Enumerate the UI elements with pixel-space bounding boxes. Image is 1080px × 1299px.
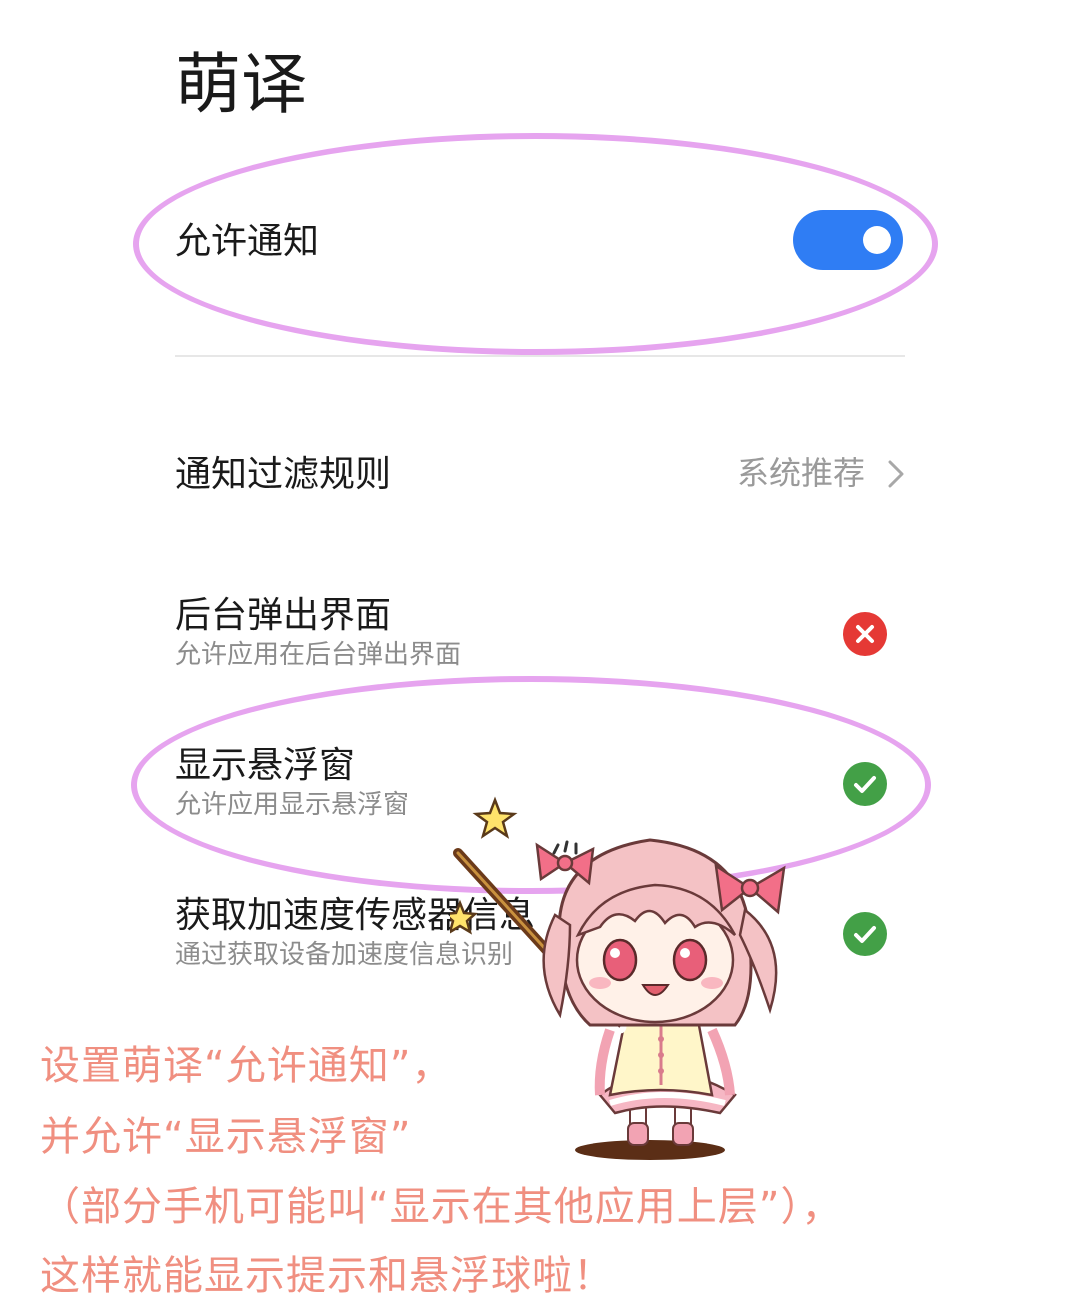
- page-title: 萌译: [175, 46, 307, 123]
- star-icon: [472, 796, 518, 839]
- allowed-check-icon[interactable]: [843, 912, 887, 956]
- caption-line: 设置萌译“允许通知”，: [40, 1043, 453, 1089]
- filter-rule-label[interactable]: 通知过滤规则: [175, 457, 391, 493]
- denied-x-icon[interactable]: [843, 612, 887, 656]
- chevron-right-icon[interactable]: [884, 459, 908, 489]
- caption-line: 并允许“显示悬浮窗”: [40, 1114, 412, 1160]
- permission-subtitle: 允许应用在后台弹出界面: [175, 640, 462, 670]
- highlight-ellipse-notification: [133, 133, 938, 355]
- caption-line: （部分手机可能叫“显示在其他应用上层”），: [40, 1184, 843, 1230]
- permission-title: 后台弹出界面: [175, 595, 392, 636]
- caption-line: 这样就能显示提示和悬浮球啦！: [40, 1253, 614, 1299]
- magical-girl-mascot: [450, 796, 786, 1160]
- filter-rule-value[interactable]: 系统推荐: [737, 457, 865, 489]
- section-divider: [175, 355, 905, 357]
- star-icon: [450, 899, 479, 935]
